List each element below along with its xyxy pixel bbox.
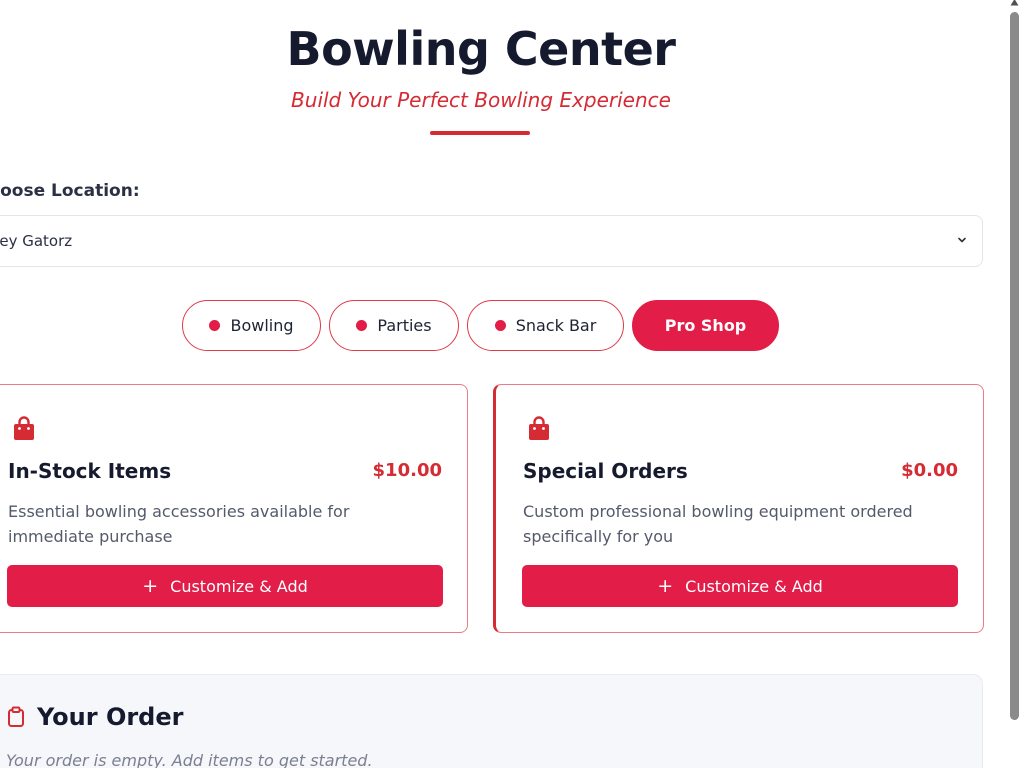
plus-icon: +: [657, 574, 674, 597]
card-price: $0.00: [901, 460, 958, 481]
button-label: Customize & Add: [170, 576, 308, 596]
plus-icon: +: [142, 574, 159, 597]
button-label: Customize & Add: [685, 576, 823, 596]
tab-pro-shop[interactable]: Pro Shop: [632, 300, 779, 351]
tab-snack-bar[interactable]: Snack Bar: [467, 300, 624, 351]
tab-label: Bowling: [230, 316, 294, 335]
tab-label: Pro Shop: [664, 316, 747, 335]
location-select[interactable]: lley Gatorz: [0, 215, 983, 267]
order-panel: Your Order Your order is empty. Add item…: [0, 674, 983, 768]
tab-label: Snack Bar: [515, 316, 597, 335]
card-price: $10.00: [372, 460, 442, 481]
page-subtitle: Build Your Perfect Bowling Experience: [291, 88, 671, 112]
dot-icon: [356, 320, 368, 331]
page-title: Bowling Center: [286, 22, 676, 76]
location-label: hoose Location:: [0, 181, 140, 201]
scroll-up-arrow-icon[interactable]: [1010, 0, 1019, 6]
card-description: Custom professional bowling equipment or…: [523, 502, 913, 546]
order-title: Your Order: [37, 703, 184, 731]
tab-bowling[interactable]: Bowling: [182, 300, 321, 351]
shopping-bag-icon: [529, 416, 549, 440]
location-selected-value: lley Gatorz: [0, 232, 73, 250]
scrollbar-thumb[interactable]: [1010, 12, 1019, 720]
product-card-in-stock: In-Stock Items $10.00 Essential bowling …: [0, 384, 468, 633]
card-title: Special Orders: [523, 459, 688, 483]
page: Bowling Center Build Your Perfect Bowlin…: [0, 0, 1023, 768]
chevron-down-icon: [958, 237, 966, 243]
clipboard-icon: [8, 706, 24, 727]
tab-label: Parties: [377, 316, 432, 335]
order-empty-message: Your order is empty. Add items to get st…: [6, 751, 373, 768]
customize-add-button[interactable]: + Customize & Add: [7, 565, 443, 607]
product-card-special-orders: Special Orders $0.00 Custom professional…: [493, 384, 984, 633]
vertical-scrollbar[interactable]: [1006, 0, 1023, 768]
title-divider: [430, 131, 530, 135]
dot-icon: [494, 320, 506, 331]
dot-icon: [209, 320, 221, 331]
card-description: Essential bowling accessories available …: [8, 502, 350, 546]
customize-add-button[interactable]: + Customize & Add: [522, 565, 958, 607]
shopping-bag-icon: [14, 416, 34, 440]
card-title: In-Stock Items: [8, 459, 172, 483]
tab-parties[interactable]: Parties: [329, 300, 459, 351]
